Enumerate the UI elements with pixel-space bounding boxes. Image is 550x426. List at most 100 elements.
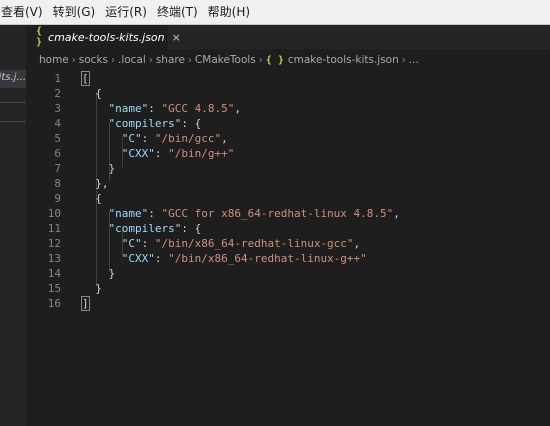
code-text: "CXX": "/bin/g++"	[82, 146, 235, 161]
code-text: [	[81, 71, 90, 86]
line-number: 16	[47, 297, 61, 310]
code-token: "GCC for x86_64-redhat-linux 4.8.5"	[161, 207, 394, 220]
tab-label: cmake-tools-kits.json	[48, 30, 165, 44]
code-line: 15 }	[26, 281, 550, 296]
code-editor[interactable]: 1[2 {3 "name": "GCC 4.8.5", 4 "compilers"…	[26, 70, 550, 426]
code-token: :	[141, 237, 155, 250]
code-token: ,	[221, 132, 228, 145]
code-line: 5 "C": "/bin/gcc",	[26, 131, 550, 146]
code-token: "CXX"	[121, 252, 155, 265]
line-number: 14	[47, 267, 61, 280]
code-token: :	[148, 207, 162, 220]
line-number: 2	[54, 87, 61, 100]
code-token: [	[81, 71, 90, 86]
line-number: 7	[54, 162, 61, 175]
code-line: 12 "C": "/bin/x86_64-redhat-linux-gcc",	[26, 236, 550, 251]
breadcrumb-file[interactable]: cmake-tools-kits.json	[288, 54, 399, 66]
sidebar-open-file[interactable]: its.j...	[0, 70, 26, 88]
code-line: 2 {	[26, 86, 550, 101]
code-token: "GCC 4.8.5"	[161, 102, 235, 115]
sidebar-divider	[0, 121, 26, 122]
line-number: 10	[47, 207, 61, 220]
code-token: :	[148, 102, 162, 115]
code-text: {	[82, 191, 102, 206]
code-token: }	[82, 267, 116, 280]
line-number: 13	[47, 252, 61, 265]
breadcrumb-socks[interactable]: socks	[79, 54, 108, 66]
code-line: 16]	[26, 296, 550, 311]
menu-run[interactable]: 运行(R)	[100, 0, 152, 24]
code-text: "compilers": {	[82, 116, 202, 131]
code-token: }	[82, 282, 102, 295]
code-line: 11 "compilers": {	[26, 221, 550, 236]
code-token: {	[82, 87, 102, 100]
line-number: 9	[54, 192, 61, 205]
menu-view[interactable]: 查看(V)	[0, 0, 48, 24]
code-text: "C": "/bin/gcc",	[82, 131, 228, 146]
code-line: 7 }	[26, 161, 550, 176]
line-number: 12	[47, 237, 61, 250]
code-line: 13 "CXX": "/bin/x86_64-redhat-linux-g++"	[26, 251, 550, 266]
tab-cmake-tools-kits[interactable]: { } cmake-tools-kits.json ×	[26, 25, 181, 49]
breadcrumb-share[interactable]: share	[156, 54, 185, 66]
code-token: :	[141, 132, 155, 145]
code-line: 14 }	[26, 266, 550, 281]
code-token: ,	[353, 237, 361, 250]
chevron-right-icon: ›	[258, 54, 263, 66]
code-line: 10 "name": "GCC for x86_64-redhat-linux …	[26, 206, 550, 221]
code-text: {	[82, 86, 102, 101]
line-number: 11	[47, 222, 61, 235]
code-line: 4 "compilers": {	[26, 116, 550, 131]
code-text: }	[82, 281, 102, 296]
tab-bar: { } cmake-tools-kits.json ×	[26, 25, 550, 49]
line-number: 8	[54, 177, 61, 190]
chevron-right-icon: ›	[187, 54, 192, 66]
chevron-right-icon: ›	[111, 54, 115, 66]
json-file-icon: { }	[265, 54, 284, 66]
breadcrumb-cmaketools[interactable]: CMakeTools	[195, 54, 256, 66]
sidebar: its.j...	[0, 25, 26, 426]
code-token: ,	[234, 102, 241, 115]
code-line: 8 },	[26, 176, 550, 191]
code-text: },	[82, 176, 109, 191]
code-token: "compilers"	[108, 222, 182, 235]
chevron-right-icon: ›	[401, 54, 406, 66]
code-token: {	[82, 192, 102, 205]
sidebar-divider	[0, 102, 26, 103]
line-number: 4	[54, 117, 61, 130]
menu-go[interactable]: 转到(G)	[48, 0, 101, 24]
code-token: : {	[181, 117, 202, 130]
menubar: 查看(V) 转到(G) 运行(R) 终端(T) 帮助(H)	[0, 0, 550, 25]
code-token: }	[82, 162, 116, 175]
breadcrumb-local[interactable]: .local	[118, 54, 146, 66]
menu-terminal[interactable]: 终端(T)	[152, 0, 203, 24]
code-text: "CXX": "/bin/x86_64-redhat-linux-g++"	[82, 251, 367, 266]
code-text: "name": "GCC 4.8.5",	[82, 101, 241, 116]
breadcrumb-symbols[interactable]: ...	[409, 54, 419, 66]
code-token: },	[82, 177, 109, 190]
line-number: 15	[47, 282, 61, 295]
code-line: 1[	[26, 71, 550, 86]
menu-help[interactable]: 帮助(H)	[203, 0, 255, 24]
code-token: "/bin/g++"	[168, 147, 235, 160]
code-text: "name": "GCC for x86_64-redhat-linux 4.8…	[82, 206, 400, 221]
code-token: "name"	[108, 207, 149, 220]
line-number: 1	[54, 72, 61, 85]
close-icon[interactable]: ×	[172, 31, 181, 44]
code-token: ,	[393, 207, 400, 220]
breadcrumb-home[interactable]: home	[39, 54, 69, 66]
chevron-right-icon: ›	[71, 54, 76, 66]
code-token: : {	[181, 222, 202, 235]
code-token: ]	[81, 296, 90, 311]
code-token: "C"	[121, 237, 142, 250]
json-file-icon: { }	[36, 26, 43, 48]
code-text: "C": "/bin/x86_64-redhat-linux-gcc",	[82, 236, 360, 251]
